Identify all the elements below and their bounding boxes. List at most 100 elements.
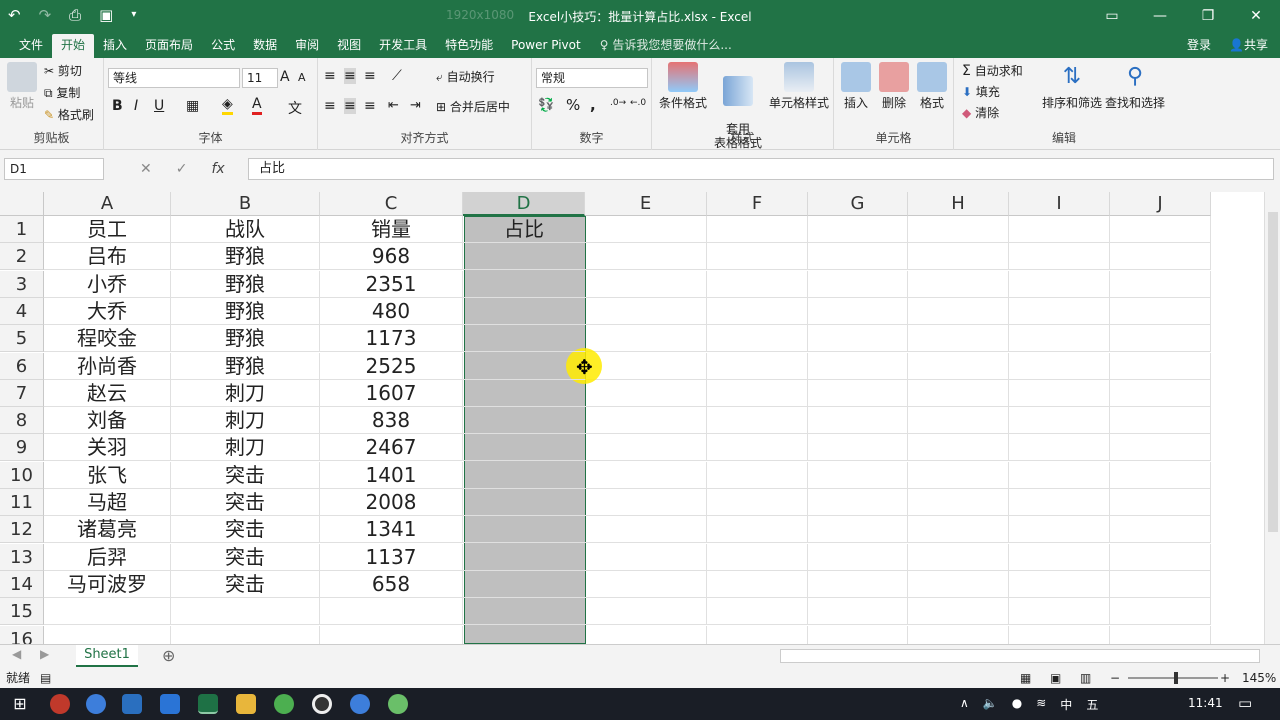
tab-page-layout[interactable]: 页面布局: [136, 34, 202, 58]
cell-c12[interactable]: 1341: [320, 516, 463, 544]
cell-j8[interactable]: [1110, 407, 1211, 435]
cell-j2[interactable]: [1110, 243, 1211, 271]
cell-e10[interactable]: [585, 461, 707, 489]
tab-home[interactable]: 开始: [52, 34, 95, 58]
minimize-icon[interactable]: —: [1136, 0, 1184, 32]
record-icon[interactable]: [312, 694, 332, 714]
cell-h10[interactable]: [908, 461, 1009, 489]
cell-b2[interactable]: 野狼: [171, 243, 320, 271]
ime-chinese[interactable]: 中: [1060, 696, 1072, 713]
cell-b13[interactable]: 突击: [171, 543, 320, 571]
share-button[interactable]: 👤共享: [1229, 36, 1268, 53]
cell-g4[interactable]: [808, 297, 908, 325]
cell-a11[interactable]: 马超: [44, 489, 171, 516]
name-box[interactable]: D1: [4, 158, 104, 180]
row-header[interactable]: 9: [0, 434, 44, 462]
column-header-c[interactable]: C: [320, 192, 463, 216]
tab-data[interactable]: 数据: [244, 34, 286, 58]
cell-g15[interactable]: [808, 598, 908, 626]
percent-button[interactable]: %: [566, 96, 580, 114]
fill-color-icon[interactable]: ◈: [222, 96, 233, 115]
cell-h15[interactable]: [908, 598, 1009, 626]
cell-f2[interactable]: [707, 243, 808, 271]
cell-a14[interactable]: 马可波罗: [44, 570, 171, 598]
cell-b5[interactable]: 野狼: [171, 325, 320, 353]
wechat-tray-icon[interactable]: ●: [1012, 696, 1022, 713]
cell-i10[interactable]: [1009, 461, 1110, 489]
cell-c10[interactable]: 1401: [320, 461, 463, 489]
cell-j4[interactable]: [1110, 297, 1211, 325]
paste-button[interactable]: 粘贴: [6, 62, 38, 111]
cell-i1[interactable]: [1009, 216, 1110, 243]
cell-i7[interactable]: [1009, 379, 1110, 407]
cell-i2[interactable]: [1009, 243, 1110, 271]
zoom-thumb[interactable]: [1174, 672, 1178, 684]
cell-b12[interactable]: 突击: [171, 516, 320, 544]
cell-c1[interactable]: 销量: [320, 216, 463, 243]
insert-cells-button[interactable]: 插入: [838, 62, 874, 111]
app-window-icon[interactable]: [122, 694, 142, 714]
align-center-icon[interactable]: ≡: [344, 98, 356, 114]
cell-g6[interactable]: [808, 352, 908, 380]
zoom-out-icon[interactable]: −: [1110, 668, 1120, 688]
phonetic-icon[interactable]: 文: [288, 98, 302, 118]
cell-j13[interactable]: [1110, 543, 1211, 571]
cell-b7[interactable]: 刺刀: [171, 379, 320, 407]
cell-c7[interactable]: 1607: [320, 379, 463, 407]
cell-e9[interactable]: [585, 434, 707, 462]
cell-g7[interactable]: [808, 379, 908, 407]
row-header[interactable]: 3: [0, 270, 44, 298]
tab-view[interactable]: 视图: [328, 34, 370, 58]
cell-j5[interactable]: [1110, 325, 1211, 353]
app-green-icon[interactable]: [388, 694, 408, 714]
enter-icon[interactable]: ✓: [176, 161, 188, 177]
cell-i5[interactable]: [1009, 325, 1110, 353]
network-icon[interactable]: ≋: [1036, 696, 1046, 713]
cell-i15[interactable]: [1009, 598, 1110, 626]
row-header[interactable]: 13: [0, 543, 44, 571]
formula-input[interactable]: 占比: [248, 158, 1274, 180]
orientation-icon[interactable]: ⟋: [392, 68, 402, 84]
cell-g10[interactable]: [808, 461, 908, 489]
cell-c13[interactable]: 1137: [320, 543, 463, 571]
cell-e15[interactable]: [585, 598, 707, 626]
tab-formulas[interactable]: 公式: [202, 34, 244, 58]
vertical-scrollbar[interactable]: [1264, 192, 1280, 644]
cell-c6[interactable]: 2525: [320, 352, 463, 380]
cell-c5[interactable]: 1173: [320, 325, 463, 353]
merge-center-button[interactable]: ⊞ 合并后居中: [436, 98, 510, 115]
cell-b6[interactable]: 野狼: [171, 352, 320, 380]
cell-e16[interactable]: [585, 625, 707, 644]
cell-d1[interactable]: 占比: [463, 216, 585, 243]
align-right-icon[interactable]: ≡: [364, 98, 376, 114]
cell-i13[interactable]: [1009, 543, 1110, 571]
fill-button[interactable]: ⬇ 填充: [962, 83, 1000, 100]
cell-a2[interactable]: 吕布: [44, 243, 171, 271]
excel-taskbar-icon[interactable]: [198, 694, 218, 714]
notification-icon[interactable]: ▭: [1238, 694, 1252, 712]
cell-d12[interactable]: [463, 516, 585, 544]
row-header[interactable]: 2: [0, 243, 44, 271]
cell-j6[interactable]: [1110, 352, 1211, 380]
cell-g14[interactable]: [808, 570, 908, 598]
align-middle-icon[interactable]: ≡: [344, 68, 356, 84]
cell-b1[interactable]: 战队: [171, 216, 320, 243]
cell-d2[interactable]: [463, 243, 585, 271]
bold-button[interactable]: B: [112, 98, 123, 114]
cell-j11[interactable]: [1110, 489, 1211, 516]
decrease-indent-icon[interactable]: ⇤: [388, 98, 399, 113]
cell-g11[interactable]: [808, 489, 908, 516]
cell-g5[interactable]: [808, 325, 908, 353]
cell-b11[interactable]: 突击: [171, 489, 320, 516]
cell-d15[interactable]: [463, 598, 585, 626]
align-top-icon[interactable]: ≡: [324, 68, 336, 84]
cell-e3[interactable]: [585, 270, 707, 298]
cell-e1[interactable]: [585, 216, 707, 243]
sort-filter-button[interactable]: ⇅ 排序和筛选: [1042, 62, 1102, 111]
decrease-decimal-icon[interactable]: ←.0: [630, 98, 646, 108]
cell-b3[interactable]: 野狼: [171, 270, 320, 298]
cell-g13[interactable]: [808, 543, 908, 571]
currency-icon[interactable]: 💱: [538, 98, 554, 113]
cell-i14[interactable]: [1009, 570, 1110, 598]
row-header[interactable]: 5: [0, 325, 44, 353]
